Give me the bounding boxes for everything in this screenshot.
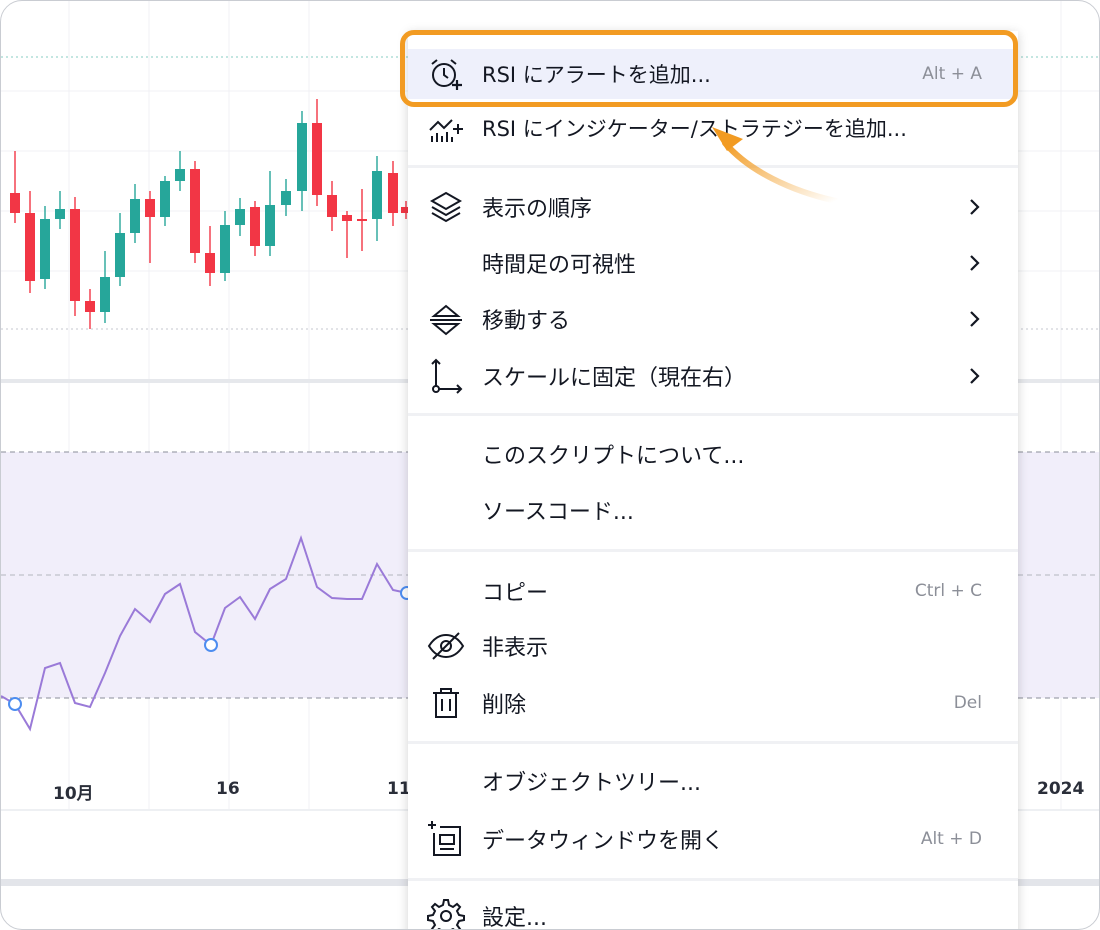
- candle-body: [130, 199, 140, 233]
- menu-item-data-window[interactable]: データウィンドウを開く Alt + D: [408, 814, 1018, 864]
- menu-shortcut: Alt + D: [920, 829, 982, 849]
- menu-shortcut: Ctrl + C: [914, 581, 982, 601]
- move-pane-icon: [430, 304, 462, 336]
- rsi-marker: [8, 697, 22, 711]
- candle-body: [55, 209, 65, 219]
- candle-body: [190, 169, 200, 253]
- candle-body: [10, 193, 20, 213]
- context-menu: RSI にアラートを追加... Alt + A RSI にインジケーター/ストラ…: [408, 31, 1018, 930]
- menu-item-display-order[interactable]: 表示の順序: [408, 182, 1018, 232]
- candle-body: [250, 207, 260, 246]
- menu-label: 削除: [482, 693, 527, 718]
- pin-scale-icon: [431, 358, 463, 394]
- menu-separator: [408, 878, 1018, 881]
- candle-body: [70, 209, 80, 301]
- menu-item-add-alert[interactable]: RSI にアラートを追加... Alt + A: [408, 49, 1018, 99]
- time-tick-oct: 10月: [53, 784, 94, 804]
- candle-body: [160, 181, 170, 217]
- menu-separator: [408, 549, 1018, 552]
- eye-crossed-icon: [427, 632, 465, 660]
- menu-item-object-tree[interactable]: オブジェクトツリー...: [408, 756, 1018, 806]
- menu-label: オブジェクトツリー...: [482, 771, 701, 796]
- menu-item-source-code[interactable]: ソースコード...: [408, 485, 1018, 535]
- chevron-right-icon: [970, 255, 980, 271]
- menu-shortcut: Alt + A: [922, 64, 982, 84]
- menu-separator: [408, 165, 1018, 168]
- candle-body: [265, 205, 275, 246]
- candle-body: [40, 219, 50, 279]
- candle-body: [100, 277, 110, 312]
- candle-body: [235, 209, 245, 225]
- time-tick-2024: 2024: [1037, 779, 1085, 799]
- candle-body: [297, 123, 307, 191]
- chevron-right-icon: [970, 311, 980, 327]
- menu-separator: [408, 413, 1018, 416]
- data-window-icon: [428, 821, 461, 856]
- candle-body: [342, 215, 352, 221]
- menu-item-settings[interactable]: 設定...: [408, 891, 1018, 930]
- menu-label: ソースコード...: [482, 500, 634, 525]
- candle-body: [372, 171, 382, 219]
- time-tick-16: 16: [216, 779, 240, 799]
- menu-label: このスクリプトについて...: [482, 444, 745, 469]
- trash-icon: [433, 688, 459, 718]
- menu-label: 移動する: [482, 309, 571, 334]
- menu-label: 表示の順序: [482, 197, 593, 222]
- menu-label: 設定...: [482, 906, 547, 930]
- menu-label: コピー: [482, 581, 549, 606]
- menu-label: 時間足の可視性: [482, 253, 637, 278]
- candle-body: [25, 213, 35, 281]
- candle-body: [145, 199, 155, 217]
- menu-item-timeframe-visibility[interactable]: 時間足の可視性: [408, 238, 1018, 288]
- indicator-plus-icon: [429, 119, 463, 142]
- layers-icon: [429, 191, 463, 223]
- candle-body: [312, 123, 322, 195]
- menu-label: データウィンドウを開く: [482, 829, 725, 854]
- menu-item-add-indicator[interactable]: RSI にインジケーター/ストラテジーを追加...: [408, 103, 1018, 153]
- menu-item-pin-scale[interactable]: スケールに固定（現在右）: [408, 351, 1018, 401]
- candles-group: [10, 99, 411, 329]
- candle-body: [327, 195, 337, 217]
- menu-separator: [408, 741, 1018, 744]
- menu-label: RSI にアラートを追加...: [482, 63, 711, 87]
- menu-label: スケールに固定（現在右）: [482, 366, 747, 391]
- menu-label: 非表示: [482, 636, 549, 661]
- candle-body: [220, 225, 230, 273]
- chevron-right-icon: [970, 199, 980, 215]
- menu-shortcut: Del: [953, 693, 982, 713]
- menu-item-about-script[interactable]: このスクリプトについて...: [408, 429, 1018, 479]
- chart-screenshot-frame: 10月 16 11 2024 RSI にアラートを追加... Alt + A R…: [0, 0, 1100, 930]
- candle-body: [85, 301, 95, 312]
- candle-body: [205, 253, 215, 273]
- chevron-right-icon: [970, 368, 980, 384]
- rsi-marker: [204, 638, 218, 652]
- gear-icon: [427, 899, 465, 929]
- candle-body: [357, 219, 367, 221]
- candle-body: [281, 191, 291, 205]
- candle-body: [115, 233, 125, 277]
- menu-item-move[interactable]: 移動する: [408, 294, 1018, 344]
- alarm-clock-plus-icon: [431, 59, 462, 90]
- candle-body: [175, 169, 185, 181]
- menu-item-hide[interactable]: 非表示: [408, 621, 1018, 671]
- menu-item-copy[interactable]: コピー Ctrl + C: [408, 566, 1018, 616]
- menu-item-delete[interactable]: 削除 Del: [408, 678, 1018, 728]
- candle-body: [388, 173, 398, 213]
- menu-label: RSI にインジケーター/ストラテジーを追加...: [482, 117, 907, 141]
